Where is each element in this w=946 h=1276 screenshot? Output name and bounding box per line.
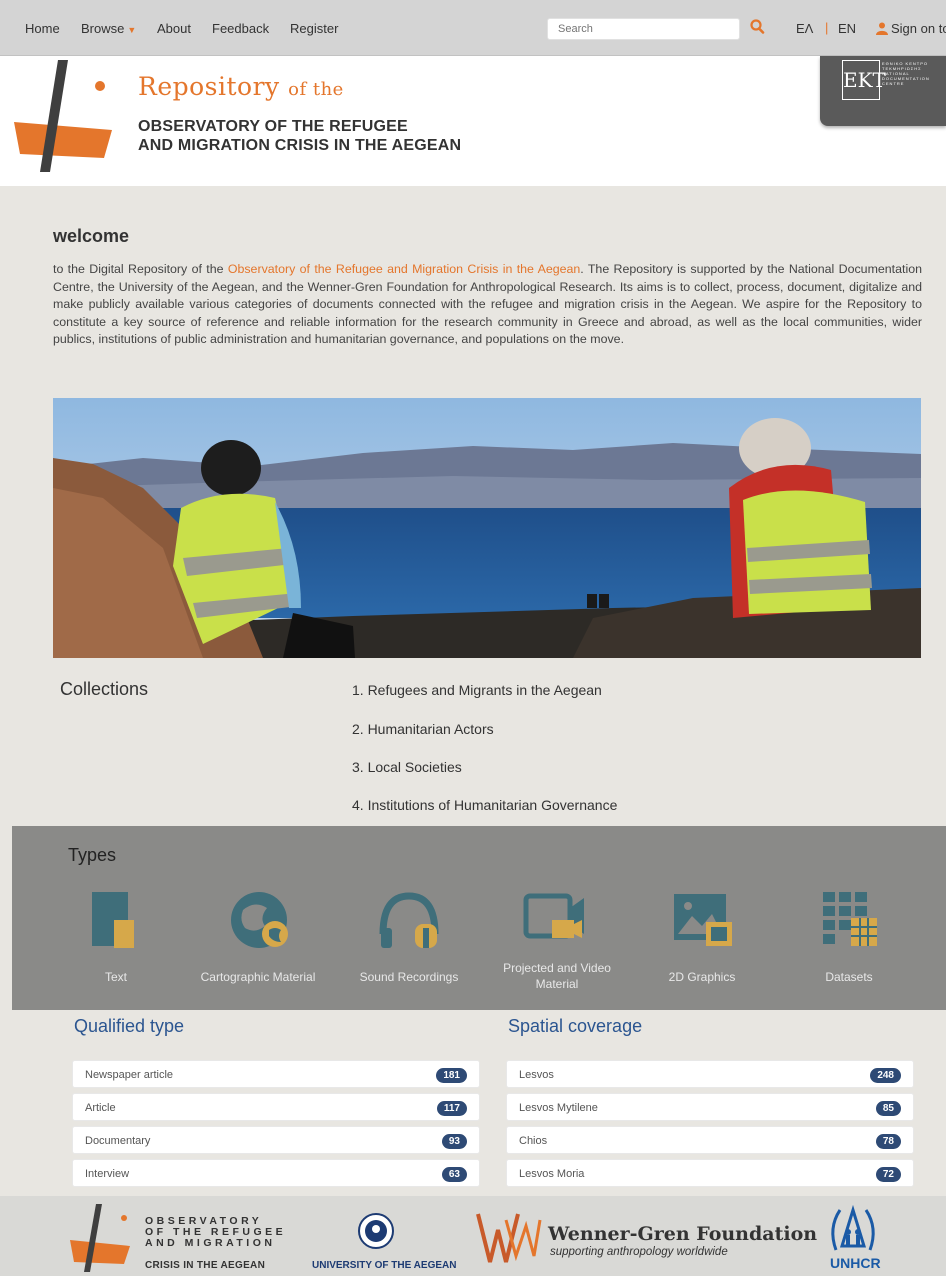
nav-register-link[interactable]: Register <box>290 21 338 36</box>
lang-english-link[interactable]: EN <box>838 21 856 36</box>
site-header: Repository of the OBSERVATORY OF THE REF… <box>0 56 946 186</box>
search-input[interactable] <box>547 18 740 40</box>
count-badge: 72 <box>875 1167 901 1182</box>
nav-home-link[interactable]: Home <box>25 21 60 36</box>
type-datasets-tile[interactable] <box>779 888 919 952</box>
collection-link[interactable]: 3. Local Societies <box>352 759 462 775</box>
lang-separator: | <box>825 20 829 35</box>
nav-feedback-link[interactable]: Feedback <box>212 21 269 36</box>
ekt-badge[interactable]: EKT ΕΘΝΙΚΟ ΚΕΝΤΡΟ ΤΕΚΜΗΡΙΩΣΗΣ NATIONAL D… <box>820 56 946 126</box>
type-label[interactable]: Projected and Video Material <box>488 960 626 992</box>
observatory-footer-text: OBSERVATORY OF THE REFUGEE AND MIGRATION <box>145 1215 287 1249</box>
type-text-tile[interactable] <box>46 888 186 952</box>
type-sound-tile[interactable] <box>339 888 479 952</box>
globe-icon <box>231 892 288 948</box>
collections-heading: Collections <box>60 679 149 699</box>
observatory-link[interactable]: Observatory of the Refugee and Migration… <box>228 262 580 276</box>
book-icon <box>92 892 134 948</box>
observatory-logo[interactable] <box>12 60 122 180</box>
nav-browse-label: Browse <box>81 21 125 36</box>
type-label[interactable]: Sound Recordings <box>339 969 479 985</box>
type-label[interactable]: Datasets <box>779 969 919 985</box>
wenner-gren-name[interactable]: Wenner-Gren Foundation <box>548 1223 817 1245</box>
facet-row[interactable]: Lesvos 248 <box>506 1060 914 1088</box>
headphones-icon <box>379 892 439 948</box>
top-navbar: Home Browse▼ About Feedback Register ΕΛ … <box>0 0 946 56</box>
types-heading: Types <box>68 845 117 865</box>
facet-row[interactable]: Newspaper article 181 <box>72 1060 480 1088</box>
observatory-footer-logo[interactable] <box>68 1204 138 1274</box>
facet-row[interactable]: Chios 78 <box>506 1126 914 1154</box>
search-icon[interactable] <box>748 18 768 38</box>
count-badge: 181 <box>436 1068 467 1083</box>
type-2d-graphics-tile[interactable] <box>632 888 772 952</box>
type-cartographic-tile[interactable] <box>191 888 331 952</box>
collection-link[interactable]: 4. Institutions of Humanitarian Governan… <box>352 797 617 813</box>
count-badge: 117 <box>436 1101 467 1116</box>
facet-row[interactable]: Lesvos Mytilene 85 <box>506 1093 914 1121</box>
observatory-footer-sub: CRISIS IN THE AEGEAN <box>145 1260 266 1271</box>
count-badge: 78 <box>875 1134 901 1149</box>
university-name[interactable]: UNIVERSITY OF THE AEGEAN <box>312 1260 456 1271</box>
type-label[interactable]: Text <box>46 969 186 985</box>
spatial-coverage-heading: Spatial coverage <box>508 1016 643 1036</box>
welcome-heading: welcome <box>53 226 130 246</box>
facet-row[interactable]: Interview 63 <box>72 1159 480 1187</box>
count-badge: 248 <box>870 1068 901 1083</box>
hero-photo <box>53 398 921 658</box>
count-badge: 85 <box>875 1101 901 1116</box>
count-badge: 93 <box>441 1134 467 1149</box>
facet-row[interactable]: Lesvos Moria 72 <box>506 1159 914 1187</box>
collection-link[interactable]: 1. Refugees and Migrants in the Aegean <box>352 682 602 698</box>
wenner-gren-tagline: supporting anthropology worldwide <box>550 1246 728 1258</box>
user-icon <box>876 22 888 35</box>
unhcr-label[interactable]: UNHCR <box>830 1255 881 1271</box>
qualified-type-heading: Qualified type <box>74 1016 185 1036</box>
ekt-text: ΕΘΝΙΚΟ ΚΕΝΤΡΟ ΤΕΚΜΗΡΙΩΣΗΣ NATIONAL DOCUM… <box>882 61 930 86</box>
wenner-gren-logo[interactable] <box>476 1212 542 1264</box>
type-label[interactable]: 2D Graphics <box>632 969 772 985</box>
collection-link[interactable]: 2. Humanitarian Actors <box>352 721 494 737</box>
nav-about-link[interactable]: About <box>157 21 191 36</box>
image-icon <box>674 894 732 946</box>
facet-row[interactable]: Article 117 <box>72 1093 480 1121</box>
count-badge: 63 <box>441 1167 467 1182</box>
nav-browse-menu[interactable]: Browse ▼ <box>81 21 136 36</box>
lang-greek-link[interactable]: ΕΛ <box>796 21 813 36</box>
facet-row[interactable]: Documentary 93 <box>72 1126 480 1154</box>
caret-down-icon: ▼ <box>127 25 137 35</box>
sign-on-label: Sign on to <box>891 21 946 36</box>
unhcr-logo-icon[interactable] <box>826 1202 880 1254</box>
type-label[interactable]: Cartographic Material <box>188 969 328 985</box>
sign-on-link[interactable]: Sign on to <box>876 21 946 36</box>
observatory-title: OBSERVATORY OF THE REFUGEE AND MIGRATION… <box>138 118 462 154</box>
video-camera-icon <box>523 893 584 939</box>
repository-title: Repository of the <box>138 72 344 101</box>
ekt-logo: EKT <box>842 60 886 100</box>
university-seal-icon[interactable] <box>358 1212 394 1250</box>
type-video-tile[interactable] <box>484 888 624 952</box>
welcome-paragraph: to the Digital Repository of the Observa… <box>53 262 922 346</box>
grid-icon <box>823 892 877 946</box>
